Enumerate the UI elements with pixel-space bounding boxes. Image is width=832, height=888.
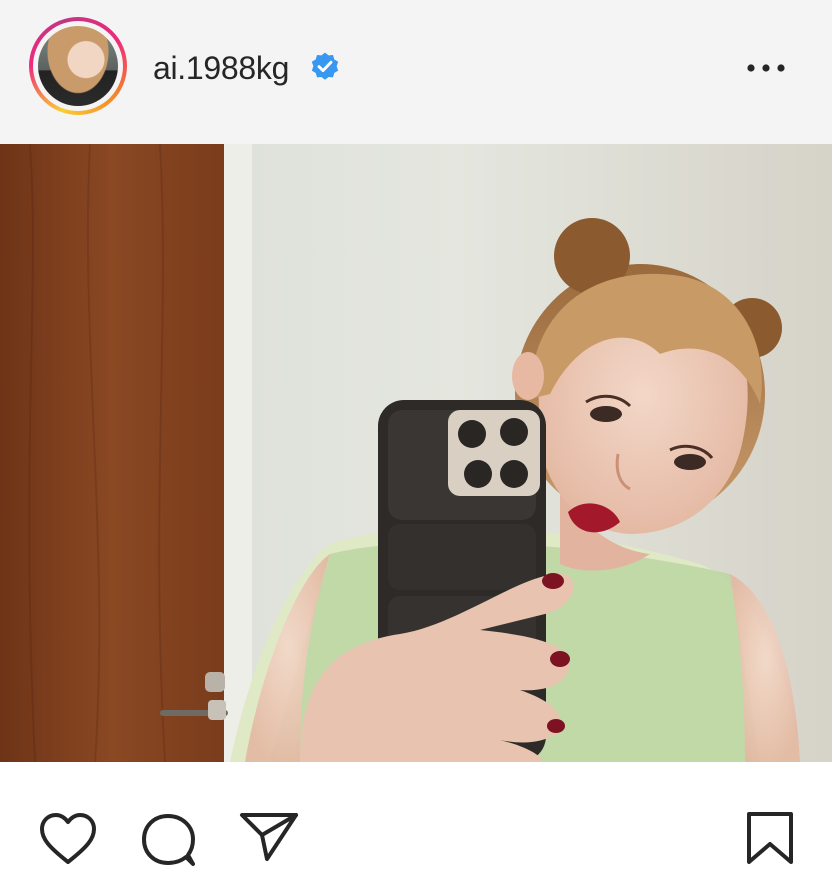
more-horizontal-icon[interactable] xyxy=(745,58,787,76)
post-photo[interactable] xyxy=(0,144,832,762)
comment-icon[interactable] xyxy=(140,812,198,868)
action-bar xyxy=(0,762,832,888)
send-icon[interactable] xyxy=(238,811,300,863)
username[interactable]: ai.1988kg xyxy=(153,50,289,87)
avatar[interactable] xyxy=(38,26,118,106)
post-image xyxy=(0,144,832,762)
heart-icon[interactable] xyxy=(39,812,97,866)
story-ring[interactable] xyxy=(29,17,127,115)
post-header: ai.1988kg xyxy=(0,0,832,144)
avatar-frame xyxy=(33,21,123,111)
bookmark-icon[interactable] xyxy=(745,811,795,865)
verified-badge-icon xyxy=(311,52,339,80)
